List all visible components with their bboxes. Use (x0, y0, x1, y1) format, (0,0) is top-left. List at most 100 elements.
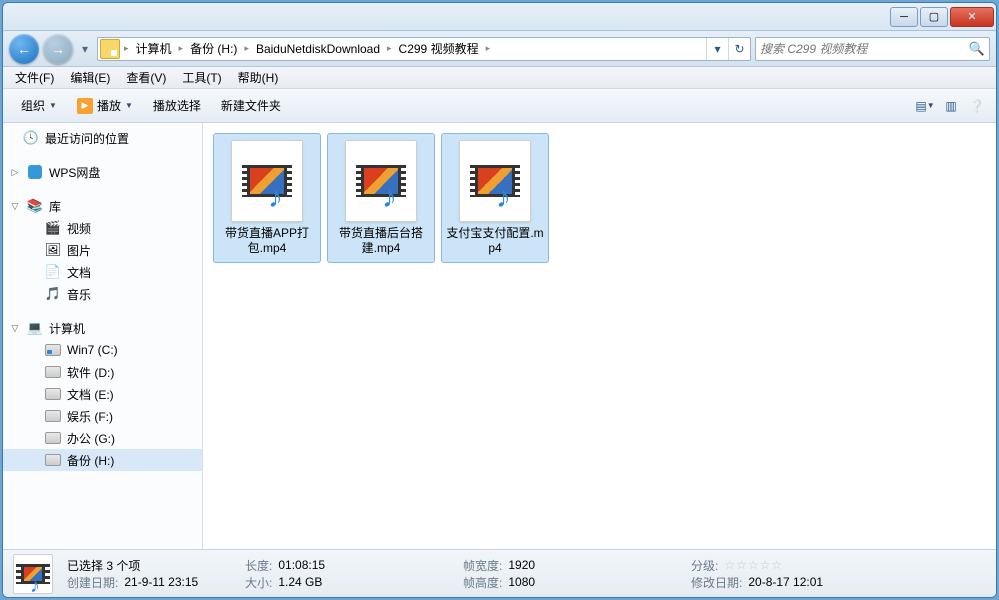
chevron-right-icon[interactable]: ▸ (484, 43, 493, 54)
file-list[interactable]: ♪ 带货直播APP打包.mp4 ♪ 带货直播后台搭建.mp4 ♪ 支付宝支付配置… (203, 123, 996, 549)
file-item[interactable]: ♪ 带货直播APP打包.mp4 (213, 133, 321, 263)
length-label: 长度: (245, 557, 272, 574)
sidebar-item-wps[interactable]: ▷ WPS网盘 (3, 161, 202, 183)
sidebar-item-libraries[interactable]: ▽库 (3, 195, 202, 217)
framewidth-label: 帧宽度: (463, 557, 502, 574)
play-icon: ▶ (77, 98, 93, 114)
chevron-down-icon[interactable]: ▽ (9, 323, 21, 334)
rating-stars[interactable]: ☆☆☆☆☆ (724, 558, 783, 572)
nav-bar: ← → ▾ ▸ 计算机 ▸ 备份 (H:) ▸ BaiduNetdiskDown… (3, 31, 996, 67)
sidebar-drive-h[interactable]: 备份 (H:) (3, 449, 202, 471)
preview-pane-button[interactable]: ▥ (940, 95, 962, 117)
crumb-folder1[interactable]: BaiduNetdiskDownload (251, 38, 385, 60)
menu-file[interactable]: 文件(F) (7, 67, 62, 88)
video-icon (45, 220, 61, 236)
search-input[interactable] (760, 42, 969, 56)
search-box[interactable]: 🔍 (755, 37, 990, 61)
sidebar-drive-f[interactable]: 娱乐 (F:) (3, 405, 202, 427)
drive-icon (45, 386, 61, 402)
chevron-down-icon[interactable]: ▽ (9, 201, 21, 212)
menu-view[interactable]: 查看(V) (118, 67, 174, 88)
nav-history-dropdown[interactable]: ▾ (77, 42, 93, 56)
sidebar-drive-c[interactable]: Win7 (C:) (3, 339, 202, 361)
created-value: 21-9-11 23:15 (124, 575, 198, 589)
file-thumbnail: ♪ (345, 140, 417, 222)
menu-tools[interactable]: 工具(T) (174, 67, 229, 88)
sidebar-label: Win7 (C:) (67, 343, 118, 357)
sidebar-label: 文档 (67, 264, 91, 281)
minimize-button[interactable]: ─ (890, 7, 918, 27)
file-name: 带货直播APP打包.mp4 (218, 226, 316, 256)
menu-bar: 文件(F) 编辑(E) 查看(V) 工具(T) 帮助(H) (3, 67, 996, 89)
sidebar-label: 最近访问的位置 (45, 130, 129, 147)
address-bar[interactable]: ▸ 计算机 ▸ 备份 (H:) ▸ BaiduNetdiskDownload ▸… (97, 37, 751, 61)
file-name: 带货直播后台搭建.mp4 (332, 226, 430, 256)
search-icon[interactable]: 🔍 (969, 41, 985, 57)
chevron-right-icon[interactable]: ▸ (122, 43, 131, 54)
sidebar-drive-g[interactable]: 办公 (G:) (3, 427, 202, 449)
menu-help[interactable]: 帮助(H) (230, 67, 287, 88)
drive-icon (45, 364, 61, 380)
chevron-right-icon[interactable]: ▸ (385, 43, 394, 54)
status-details: 已选择 3 个项 长度:01:08:15 帧宽度:1920 分级:☆☆☆☆☆ 创… (67, 557, 986, 591)
sidebar-label: 视频 (67, 220, 91, 237)
chevron-right-icon[interactable]: ▷ (9, 167, 21, 178)
chevron-right-icon[interactable]: ▸ (177, 43, 186, 54)
picture-icon (45, 242, 61, 258)
play-selection-button[interactable]: 播放选择 (143, 93, 211, 118)
sidebar-item-documents[interactable]: 文档 (3, 261, 202, 283)
sidebar-item-recent[interactable]: 最近访问的位置 (3, 127, 202, 149)
file-item[interactable]: ♪ 支付宝支付配置.mp4 (441, 133, 549, 263)
crumb-drive[interactable]: 备份 (H:) (185, 38, 242, 60)
file-thumbnail: ♪ (231, 140, 303, 222)
frameheight-value: 1080 (508, 575, 535, 589)
sidebar-drive-e[interactable]: 文档 (E:) (3, 383, 202, 405)
computer-icon (27, 320, 43, 336)
explorer-body: 最近访问的位置 ▷ WPS网盘 ▽库 视频 图片 文档 音乐 ▽计算机 Win7 … (3, 123, 996, 549)
frameheight-label: 帧高度: (463, 574, 502, 591)
new-folder-button[interactable]: 新建文件夹 (211, 93, 291, 118)
sidebar-label: 文档 (E:) (67, 386, 114, 403)
refresh-button[interactable]: ↻ (728, 38, 750, 60)
sidebar-item-videos[interactable]: 视频 (3, 217, 202, 239)
menu-edit[interactable]: 编辑(E) (62, 67, 118, 88)
forward-button[interactable]: → (43, 34, 73, 64)
play-button[interactable]: ▶播放▼ (67, 93, 143, 118)
help-icon[interactable]: ❔ (966, 95, 988, 117)
recent-icon (23, 130, 39, 146)
modified-value: 20-8-17 12:01 (748, 575, 823, 589)
music-note-icon: ♪ (382, 183, 408, 213)
crumb-computer[interactable]: 计算机 (131, 38, 177, 60)
file-thumbnail: ♪ (459, 140, 531, 222)
view-options-button[interactable]: ▤ ▼ (914, 95, 936, 117)
size-label: 大小: (245, 574, 272, 591)
explorer-window: ─ ▢ ✕ ← → ▾ ▸ 计算机 ▸ 备份 (H:) ▸ BaiduNetdi… (2, 2, 997, 598)
drive-icon (45, 452, 61, 468)
folder-icon (100, 39, 120, 59)
close-button[interactable]: ✕ (950, 7, 994, 27)
organize-button[interactable]: 组织▼ (11, 93, 67, 118)
sidebar-label: 娱乐 (F:) (67, 408, 113, 425)
chevron-right-icon[interactable]: ▸ (242, 43, 251, 54)
size-value: 1.24 GB (278, 575, 322, 589)
maximize-button[interactable]: ▢ (920, 7, 948, 27)
address-dropdown[interactable]: ▾ (706, 38, 728, 60)
sidebar-item-music[interactable]: 音乐 (3, 283, 202, 305)
organize-label: 组织 (21, 97, 45, 114)
playsel-label: 播放选择 (153, 97, 201, 114)
file-name: 支付宝支付配置.mp4 (446, 226, 544, 256)
sidebar-item-pictures[interactable]: 图片 (3, 239, 202, 261)
sidebar-item-computer[interactable]: ▽计算机 (3, 317, 202, 339)
document-icon (45, 264, 61, 280)
sidebar-label: 备份 (H:) (67, 452, 114, 469)
breadcrumb: ▸ 计算机 ▸ 备份 (H:) ▸ BaiduNetdiskDownload ▸… (122, 38, 706, 60)
sidebar-drive-d[interactable]: 软件 (D:) (3, 361, 202, 383)
sidebar-label: WPS网盘 (49, 164, 100, 181)
file-item[interactable]: ♪ 带货直播后台搭建.mp4 (327, 133, 435, 263)
library-icon (27, 198, 43, 214)
play-label: 播放 (97, 97, 121, 114)
framewidth-value: 1920 (508, 558, 535, 572)
back-button[interactable]: ← (9, 34, 39, 64)
crumb-folder2[interactable]: C299 视频教程 (394, 38, 484, 60)
sidebar-label: 图片 (67, 242, 91, 259)
